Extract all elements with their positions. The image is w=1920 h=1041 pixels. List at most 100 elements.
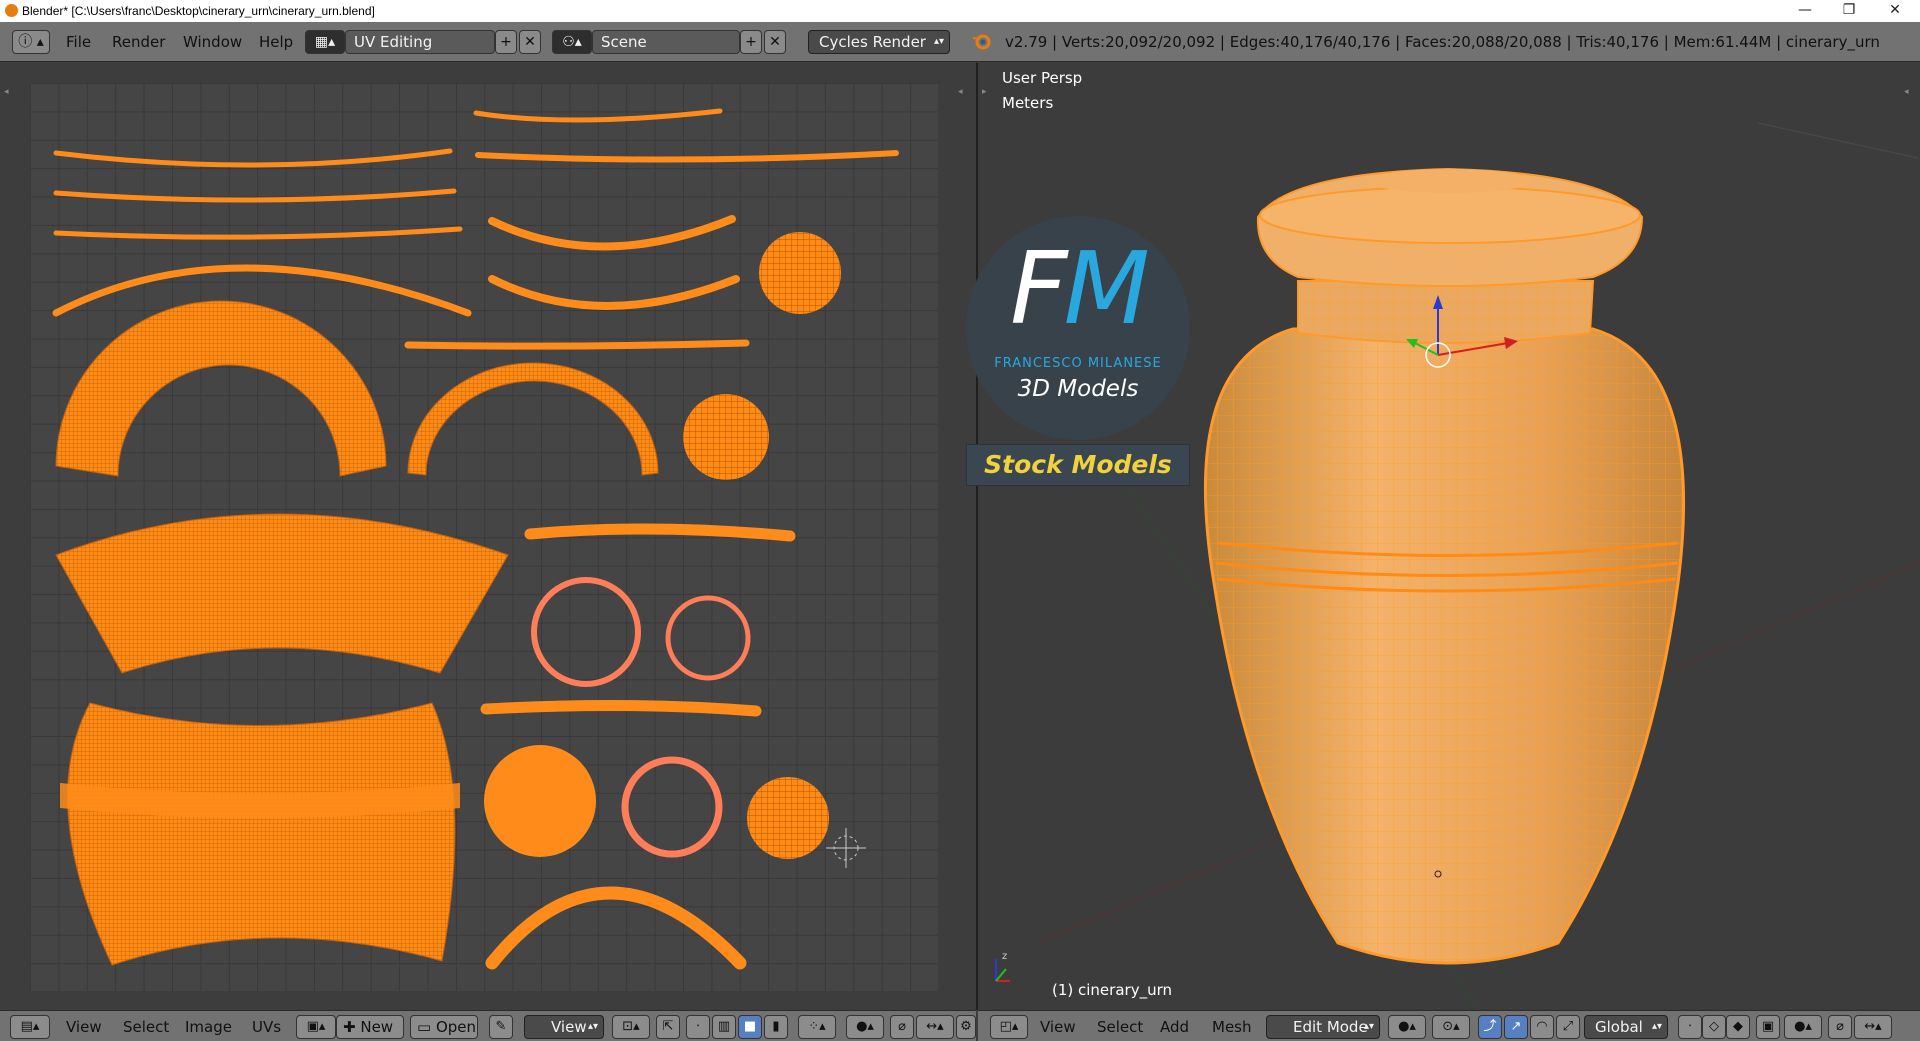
uv-island-disc <box>759 232 841 314</box>
uv-island-disc <box>747 777 829 859</box>
view-axes-icon: z <box>995 951 1010 982</box>
region-toggle-left-icon[interactable]: ◂ <box>4 87 9 97</box>
editor-type-info-icon[interactable]: ⓘ ▴ <box>12 30 50 54</box>
region-toggle-right-icon[interactable]: ◂ <box>958 87 963 97</box>
new-image-button[interactable]: ✚ New <box>336 1015 404 1039</box>
edge-select-icon[interactable]: ▥ <box>712 1015 736 1039</box>
manipulator-icon[interactable]: ⤴ <box>1478 1015 1502 1039</box>
uv-island-disc <box>484 745 596 857</box>
uv-editor-header: ▤▴ View Select Image UVs ▣▴ ✚ New ▭ Open… <box>0 1010 976 1041</box>
view-mode-select[interactable]: View ▴▾ <box>524 1015 604 1039</box>
uv-island-strip <box>475 150 899 163</box>
stock-models-banner: Stock Models <box>966 444 1190 486</box>
menu-render[interactable]: Render <box>112 30 165 54</box>
overflow-icon[interactable]: ⚙ <box>956 1015 976 1039</box>
snap-element-icon[interactable]: ⌀ <box>1828 1015 1852 1039</box>
edge-mode-icon[interactable]: ◇ <box>1702 1015 1726 1039</box>
window-title: Blender* [C:\Users\franc\Desktop\cinerar… <box>22 4 375 18</box>
pivot-icon[interactable]: ⊡▴ <box>612 1015 650 1039</box>
orientation-select[interactable]: Global ▴▾ <box>1584 1015 1668 1039</box>
uv-island-fan <box>407 362 659 476</box>
translate-icon[interactable]: ↗ <box>1504 1015 1528 1039</box>
menu-file[interactable]: File <box>66 30 91 54</box>
restore-button[interactable]: ❐ <box>1826 0 1872 22</box>
uv-2d-cursor-icon[interactable] <box>826 828 866 868</box>
uv-islands <box>52 108 899 970</box>
uv-island-strip <box>473 108 723 123</box>
add-screen-icon[interactable]: + <box>495 30 517 54</box>
pivot-point-icon[interactable]: ⊙▴ <box>1432 1015 1470 1039</box>
scene-browse-icon[interactable]: ⚇▴ <box>552 30 592 54</box>
render-engine-label: Cycles Render <box>819 33 926 51</box>
add-scene-icon[interactable]: + <box>740 30 762 54</box>
viewport-menu-view[interactable]: View <box>1040 1016 1076 1038</box>
rotate-icon[interactable]: ◠ <box>1530 1015 1554 1039</box>
fm-author: FRANCESCO MILANESE <box>994 356 1162 371</box>
menu-help[interactable]: Help <box>259 30 293 54</box>
scene-field[interactable]: Scene <box>592 30 740 54</box>
urn-mesh: z <box>995 122 1920 1010</box>
snap-icon[interactable]: ⌀ <box>890 1015 914 1039</box>
viewport-menu-mesh[interactable]: Mesh <box>1212 1016 1252 1038</box>
uv-island-strip <box>480 699 762 717</box>
snap-target-icon[interactable]: ↔▴ <box>1854 1015 1892 1039</box>
screen-layout-field[interactable]: UV Editing <box>345 30 495 54</box>
uv-island-strip <box>53 188 457 203</box>
pin-icon[interactable]: ✎ <box>489 1015 513 1039</box>
editor-type-3d-icon[interactable]: ◰▴ <box>990 1015 1028 1039</box>
viewport-menu-select[interactable]: Select <box>1097 1016 1143 1038</box>
uv-island-band <box>55 513 509 674</box>
image-browse-icon[interactable]: ▣▴ <box>296 1015 336 1039</box>
face-mode-icon[interactable]: ◆ <box>1726 1015 1750 1039</box>
orientation-label: Global <box>1595 1018 1643 1036</box>
uv-menu-view[interactable]: View <box>66 1016 102 1038</box>
uv-island-strip <box>53 226 463 240</box>
vertex-mode-icon[interactable]: ⋅ <box>1678 1015 1702 1039</box>
uv-island-body <box>67 702 456 966</box>
blender-logo-icon <box>5 4 18 17</box>
uv-island-strip <box>488 215 736 251</box>
sticky-select-icon[interactable]: ⁘▴ <box>798 1015 836 1039</box>
vertex-select-icon[interactable]: ⋅ <box>686 1015 710 1039</box>
uv-island-fan <box>55 300 387 477</box>
window-titlebar: Blender* [C:\Users\franc\Desktop\cinerar… <box>0 0 1920 22</box>
svg-text:z: z <box>1002 951 1007 962</box>
uv-sculpt-icon[interactable]: ↔▴ <box>916 1015 954 1039</box>
scene-stats: v2.79 | Verts:20,092/20,092 | Edges:40,1… <box>1005 33 1880 51</box>
editor-type-uv-icon[interactable]: ▤▴ <box>10 1015 50 1039</box>
uv-island-ring <box>621 756 723 858</box>
uv-menu-select[interactable]: Select <box>123 1016 169 1038</box>
close-window-button[interactable]: ✕ <box>1872 0 1918 22</box>
uv-island-ring <box>531 577 641 687</box>
3d-viewport[interactable]: ▸ ◂ User Persp Meters z (1) cinerary_urn <box>978 63 1920 1010</box>
scale-icon[interactable]: ⤢ <box>1556 1015 1580 1039</box>
delete-scene-icon[interactable]: ✕ <box>764 30 786 54</box>
uv-grid[interactable] <box>30 83 938 991</box>
uv-island-strip <box>488 275 740 310</box>
sync-selection-icon[interactable]: ⇱ <box>656 1015 680 1039</box>
uv-island-ring <box>665 595 751 681</box>
menu-window[interactable]: Window <box>183 30 242 54</box>
occlude-geometry-icon[interactable]: ▣ <box>1756 1015 1780 1039</box>
mode-select[interactable]: Edit Mode ▴▾ <box>1266 1015 1380 1039</box>
fm-logo-badge: FM FRANCESCO MILANESE 3D Models <box>966 216 1190 440</box>
uv-menu-uvs[interactable]: UVs <box>252 1016 281 1038</box>
viewport-menu-add[interactable]: Add <box>1160 1016 1189 1038</box>
new-image-label: New <box>360 1018 394 1036</box>
uv-image-editor[interactable]: ◂ ◂ <box>0 63 976 1010</box>
uv-menu-image[interactable]: Image <box>185 1016 232 1038</box>
minimize-button[interactable]: — <box>1782 0 1828 22</box>
open-image-button[interactable]: ▭ Open <box>410 1015 478 1039</box>
proportional-edit-icon[interactable]: ●▴ <box>1784 1015 1822 1039</box>
shading-icon[interactable]: ●▴ <box>1388 1015 1426 1039</box>
render-engine-select[interactable]: Cycles Render ▴▾ <box>808 30 950 54</box>
delete-screen-icon[interactable]: ✕ <box>519 30 541 54</box>
blender-version-icon <box>972 34 991 50</box>
island-select-icon[interactable]: ▮ <box>764 1015 788 1039</box>
proportional-edit-icon[interactable]: ●▴ <box>846 1015 884 1039</box>
view-mode-label: View <box>551 1018 587 1036</box>
face-select-icon[interactable]: ■ <box>738 1015 762 1039</box>
uv-island-disc <box>683 394 769 480</box>
info-header: ⓘ ▴ File Render Window Help ▦▴ UV Editin… <box>0 22 1920 62</box>
screen-layout-icon[interactable]: ▦▴ <box>305 30 345 54</box>
